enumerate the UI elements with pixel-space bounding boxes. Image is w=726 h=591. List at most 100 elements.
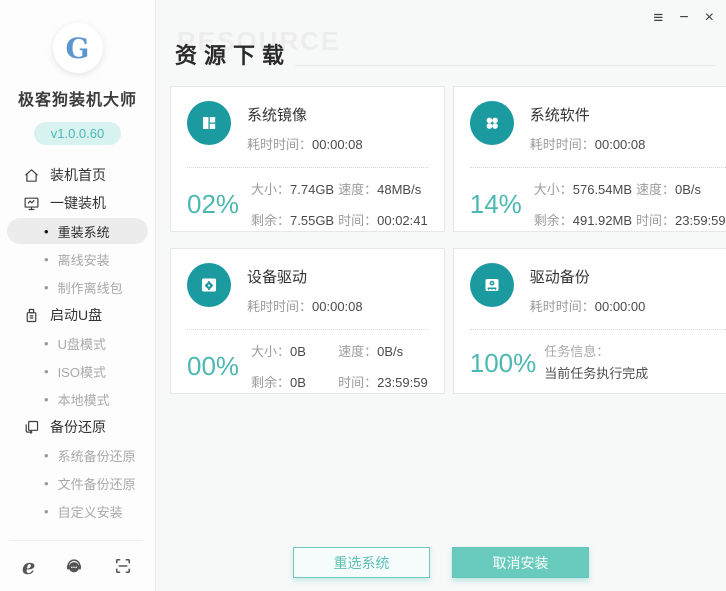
card-system-image: 系统镜像 耗时时间：00:00:08 02% 大小：7.74GB 速度：48MB… xyxy=(170,86,445,232)
bullet-icon: • xyxy=(44,505,49,518)
sidebar-item-offline-install[interactable]: • 离线安装 xyxy=(0,246,155,272)
elapsed-label: 耗时时间： xyxy=(530,137,595,152)
ie-browser-icon[interactable]: e xyxy=(22,556,35,577)
bullet-icon: • xyxy=(44,477,49,490)
time-value: 00:02:41 xyxy=(377,213,428,228)
sidebar-item-label: 本地模式 xyxy=(58,390,110,409)
sidebar-item-label: 重装系统 xyxy=(58,222,110,241)
bullet-icon: • xyxy=(44,337,49,350)
sidebar-item-boot-usb[interactable]: 启动U盘 xyxy=(0,305,155,325)
page-title: 资源下载 xyxy=(175,38,291,70)
speed-label: 速度： xyxy=(338,182,377,197)
system-software-icon xyxy=(470,101,514,145)
sidebar-item-label: 文件备份还原 xyxy=(58,474,136,493)
bullet-icon: • xyxy=(44,253,49,266)
remain-value: 0B xyxy=(290,375,306,390)
sidebar-item-one-key-install[interactable]: 一键装机 xyxy=(0,193,155,213)
elapsed-label: 耗时时间： xyxy=(247,299,312,314)
sidebar: G 极客狗装机大师 v1.0.0.60 装机首页 一键装机 • 重装系统 • 离… xyxy=(0,0,156,591)
sidebar-item-home[interactable]: 装机首页 xyxy=(0,165,155,185)
time-label: 时间： xyxy=(636,213,675,228)
main-panel: ≡ − × RESOURCE 资源下载 系统镜像 耗时时间：00:00 xyxy=(156,0,726,591)
window-controls: ≡ − × xyxy=(653,9,714,26)
bullet-icon: • xyxy=(44,365,49,378)
sidebar-item-label: 离线安装 xyxy=(58,250,110,269)
monitor-chart-icon xyxy=(23,195,40,212)
card-system-software: 系统软件 耗时时间：00:00:08 14% 大小：576.54MB 速度：0B… xyxy=(453,86,726,232)
usb-drive-icon xyxy=(23,307,40,324)
sidebar-item-file-backup-restore[interactable]: • 文件备份还原 xyxy=(0,470,155,496)
sidebar-item-usb-mode[interactable]: • U盘模式 xyxy=(0,330,155,356)
time-value: 23:59:59 xyxy=(675,213,726,228)
bullet-icon: • xyxy=(44,281,49,294)
sidebar-nav: 装机首页 一键装机 • 重装系统 • 离线安装 • 制作离线包 启动U盘 xyxy=(0,161,155,525)
sidebar-item-label: 一键装机 xyxy=(50,193,106,213)
customer-service-icon[interactable] xyxy=(64,556,84,576)
elapsed-value: 00:00:08 xyxy=(312,299,363,314)
sidebar-item-custom-install[interactable]: • 自定义安装 xyxy=(0,498,155,524)
elapsed-value: 00:00:08 xyxy=(312,137,363,152)
sidebar-item-local-mode[interactable]: • 本地模式 xyxy=(0,386,155,412)
card-divider xyxy=(470,329,726,330)
sidebar-item-label: 启动U盘 xyxy=(50,305,102,325)
time-value: 23:59:59 xyxy=(377,375,428,390)
device-driver-icon xyxy=(187,263,231,307)
close-icon[interactable]: × xyxy=(705,10,714,26)
sidebar-divider xyxy=(10,540,143,541)
card-title: 驱动备份 xyxy=(530,266,646,287)
elapsed-value: 00:00:08 xyxy=(595,137,646,152)
sidebar-item-label: 系统备份还原 xyxy=(58,446,136,465)
card-device-driver: 设备驱动 耗时时间：00:00:08 00% 大小：0B 速度：0B/s 剩余：… xyxy=(170,248,445,394)
sidebar-item-reinstall-system[interactable]: • 重装系统 xyxy=(7,218,148,244)
elapsed-value: 00:00:00 xyxy=(595,299,646,314)
sidebar-item-label: 装机首页 xyxy=(50,165,106,185)
menu-icon[interactable]: ≡ xyxy=(653,9,663,26)
time-label: 时间： xyxy=(338,213,377,228)
size-label: 大小： xyxy=(251,182,290,197)
bullet-icon: • xyxy=(44,225,49,238)
sidebar-item-iso-mode[interactable]: • ISO模式 xyxy=(0,358,155,384)
scan-icon[interactable] xyxy=(113,556,133,576)
card-title: 系统镜像 xyxy=(247,104,363,125)
speed-label: 速度： xyxy=(338,344,377,359)
logo-dog-icon: G xyxy=(66,32,90,65)
remain-value: 491.92MB xyxy=(573,213,632,228)
remain-value: 7.55GB xyxy=(290,213,334,228)
speed-label: 速度： xyxy=(636,182,675,197)
card-title: 系统软件 xyxy=(530,104,646,125)
sidebar-item-label: U盘模式 xyxy=(58,334,106,353)
bullet-icon: • xyxy=(44,393,49,406)
sidebar-item-label: 备份还原 xyxy=(50,417,106,437)
progress-percent: 02% xyxy=(187,189,243,220)
system-image-icon xyxy=(187,101,231,145)
card-driver-backup: 驱动备份 耗时时间：00:00:00 100% 任务信息： 当前任务执行完成 xyxy=(453,248,726,394)
speed-value: 48MB/s xyxy=(377,182,421,197)
sidebar-item-system-backup-restore[interactable]: • 系统备份还原 xyxy=(0,442,155,468)
home-icon xyxy=(23,167,40,184)
bullet-icon: • xyxy=(44,449,49,462)
progress-percent: 14% xyxy=(470,189,526,220)
action-bar: 重选系统 取消安装 xyxy=(156,547,726,578)
minimize-icon[interactable]: − xyxy=(679,10,688,26)
app-title: 极客狗装机大师 xyxy=(0,86,155,110)
page-header: RESOURCE 资源下载 xyxy=(175,30,716,70)
reselect-system-button[interactable]: 重选系统 xyxy=(293,547,430,578)
size-value: 7.74GB xyxy=(290,182,334,197)
card-divider xyxy=(470,167,726,168)
sidebar-item-label: 制作离线包 xyxy=(58,278,123,297)
sidebar-item-make-offline-pack[interactable]: • 制作离线包 xyxy=(0,274,155,300)
progress-percent: 00% xyxy=(187,351,243,382)
card-title: 设备驱动 xyxy=(247,266,363,287)
remain-label: 剩余： xyxy=(251,375,290,390)
elapsed-label: 耗时时间： xyxy=(530,299,595,314)
app-logo: G xyxy=(53,23,103,73)
remain-label: 剩余： xyxy=(534,213,573,228)
sidebar-item-backup-restore[interactable]: 备份还原 xyxy=(0,417,155,437)
speed-value: 0B/s xyxy=(675,182,701,197)
cancel-install-button[interactable]: 取消安装 xyxy=(452,547,589,578)
driver-backup-icon xyxy=(470,263,514,307)
task-status: 当前任务执行完成 xyxy=(544,363,648,385)
size-label: 大小： xyxy=(534,182,573,197)
title-underline xyxy=(295,65,716,66)
card-divider xyxy=(187,329,428,330)
